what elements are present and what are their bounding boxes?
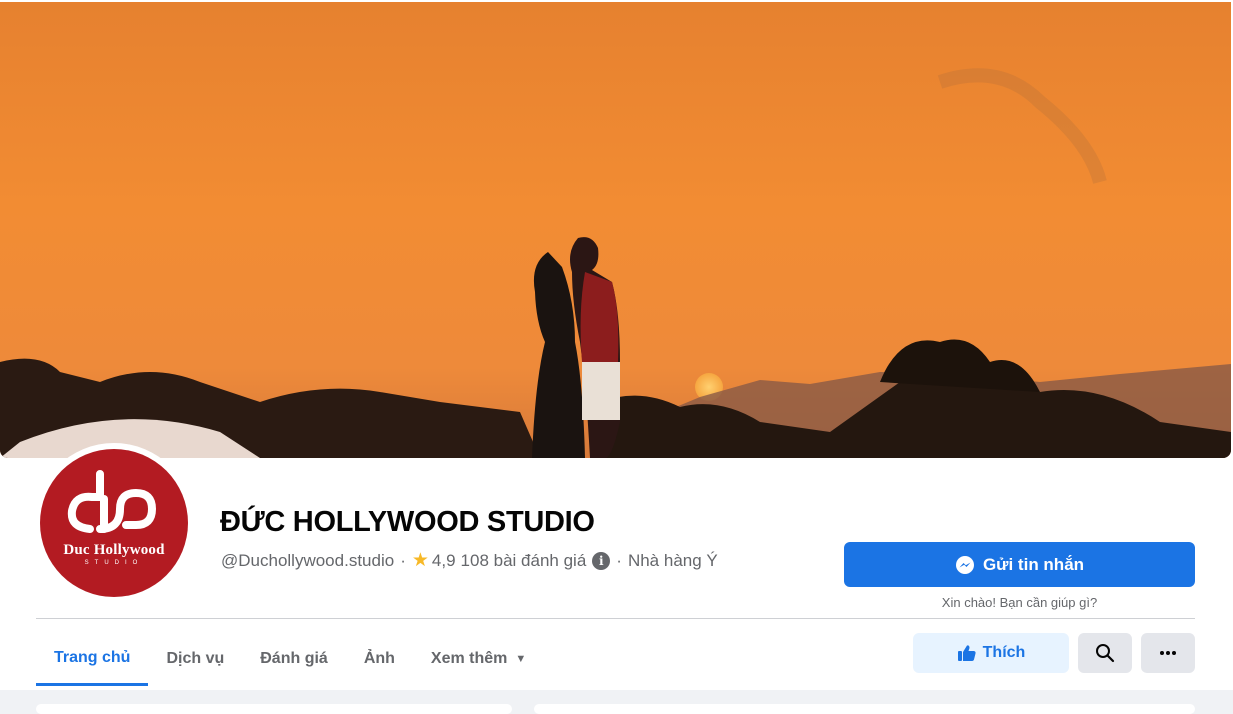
tab-photos-label: Ảnh — [363, 650, 395, 667]
caret-down-icon: ▼ — [515, 653, 527, 665]
greeting-text: Xin chào! Bạn cần giúp gì? — [941, 595, 1098, 610]
more-options-button[interactable] — [1141, 633, 1195, 673]
avatar[interactable]: Duc Hollywood STUDIO — [40, 449, 188, 597]
messenger-icon — [955, 555, 974, 574]
page-handle[interactable]: @Duchollywood.studio — [221, 551, 394, 571]
review-count[interactable]: 108 bài đánh giá — [461, 551, 587, 571]
tab-services-label: Dịch vụ — [166, 650, 225, 667]
posts-card-edge — [534, 704, 1195, 714]
header-divider — [36, 618, 1195, 619]
tab-more-label: Xem thêm — [430, 650, 508, 667]
send-message-label: Gửi tin nhắn — [982, 554, 1085, 574]
search-icon — [1096, 644, 1115, 663]
star-icon: ★ — [411, 550, 429, 571]
send-message-button[interactable]: Gửi tin nhắn — [844, 542, 1195, 587]
page-tabs: Trang chủ Dịch vụ Đánh giá Ảnh Xem thêm ▼ — [36, 632, 544, 688]
meta-separator-2: · — [616, 550, 622, 570]
thumbs-up-icon — [957, 645, 976, 661]
search-button[interactable] — [1078, 633, 1132, 673]
tab-home-label: Trang chủ — [54, 648, 131, 666]
tab-reviews-label: Đánh giá — [260, 650, 328, 667]
page-title: ĐỨC HOLLYWOOD STUDIO — [220, 506, 595, 538]
like-label: Thích — [982, 644, 1026, 661]
brand-logo-icon — [67, 470, 157, 533]
brand-subtitle: STUDIO — [84, 560, 144, 566]
intro-card-edge — [36, 704, 512, 714]
tab-photos[interactable]: Ảnh — [346, 632, 413, 686]
like-button[interactable]: Thích — [913, 633, 1069, 673]
more-icon — [1160, 651, 1176, 655]
page-meta: @Duchollywood.studio · ★ 4,9 108 bài đán… — [221, 549, 718, 572]
tab-home[interactable]: Trang chủ — [36, 632, 149, 686]
brand-name: Duc Hollywood — [63, 542, 165, 558]
meta-separator: · — [400, 550, 406, 570]
page-category[interactable]: Nhà hàng Ý — [628, 551, 718, 571]
cover-photo[interactable] — [0, 2, 1231, 458]
tab-more[interactable]: Xem thêm ▼ — [413, 632, 544, 686]
tab-reviews[interactable]: Đánh giá — [242, 632, 346, 686]
tab-services[interactable]: Dịch vụ — [148, 632, 242, 686]
rating-value: 4,9 — [431, 550, 456, 570]
info-icon[interactable]: i — [592, 551, 611, 570]
